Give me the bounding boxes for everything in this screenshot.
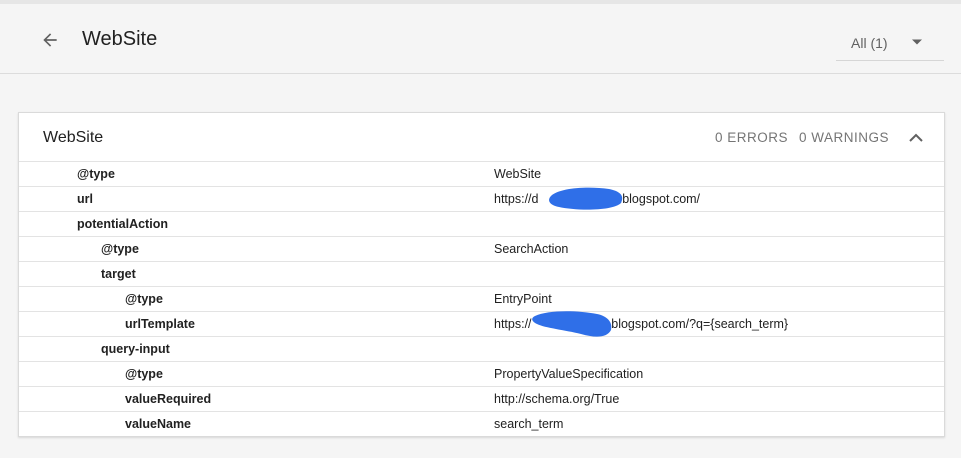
property-key: query-input <box>101 342 170 356</box>
table-row: potentialAction <box>19 211 944 236</box>
table-row: target <box>19 261 944 286</box>
filter-dropdown[interactable]: All (1) <box>836 24 944 61</box>
error-count: 0 ERRORS <box>715 130 789 145</box>
table-row: @type WebSite <box>19 161 944 186</box>
property-key: target <box>101 267 136 281</box>
warning-count: 0 WARNINGS <box>799 130 890 145</box>
property-value[interactable]: https://d s.blogspot.com/ <box>494 192 700 206</box>
property-value: EntryPoint <box>494 292 552 306</box>
property-key: @type <box>125 292 163 306</box>
property-key: potentialAction <box>77 217 168 231</box>
filter-label: All (1) <box>851 35 888 51</box>
table-row: valueRequired http://schema.org/True <box>19 386 944 411</box>
property-key: @type <box>77 167 115 181</box>
table-row: url https://d s.blogspot.com/ <box>19 186 944 211</box>
card-header[interactable]: WebSite 0 ERRORS 0 WARNINGS <box>19 113 944 161</box>
property-key: @type <box>101 242 139 256</box>
back-button[interactable] <box>36 26 64 54</box>
property-key: urlTemplate <box>125 317 195 331</box>
property-key: valueName <box>125 417 192 431</box>
table-row: @type EntryPoint <box>19 286 944 311</box>
property-table: @type WebSite url https://d s.blogspot.co… <box>19 161 944 436</box>
table-row: valueName search_term <box>19 411 944 436</box>
property-value: WebSite <box>494 167 542 181</box>
property-value[interactable]: https://s.blogspot.com/?q={search_term} <box>494 317 788 331</box>
collapse-button[interactable] <box>905 127 927 147</box>
property-value: PropertyValueSpecification <box>494 367 644 381</box>
page-title: WebSite <box>82 28 158 50</box>
property-key: @type <box>125 367 163 381</box>
table-row: urlTemplate https://s.blogspot.com/?q={s… <box>19 311 944 337</box>
table-row: query-input <box>19 336 944 361</box>
chevron-up-icon <box>909 133 923 142</box>
card-title: WebSite <box>43 129 104 146</box>
arrow-back-icon <box>43 33 57 47</box>
property-value: search_term <box>494 417 564 431</box>
structured-data-card: WebSite 0 ERRORS 0 WARNINGS @type WebSit… <box>18 112 945 437</box>
top-bar: WebSite All (1) <box>0 0 961 74</box>
table-row: @type SearchAction <box>19 236 944 261</box>
property-key: valueRequired <box>125 392 212 406</box>
property-key: url <box>77 192 93 206</box>
property-value: http://schema.org/True <box>494 392 620 406</box>
property-value: SearchAction <box>494 242 569 256</box>
table-row: @type PropertyValueSpecification <box>19 361 944 386</box>
dropdown-caret-icon <box>912 39 922 45</box>
